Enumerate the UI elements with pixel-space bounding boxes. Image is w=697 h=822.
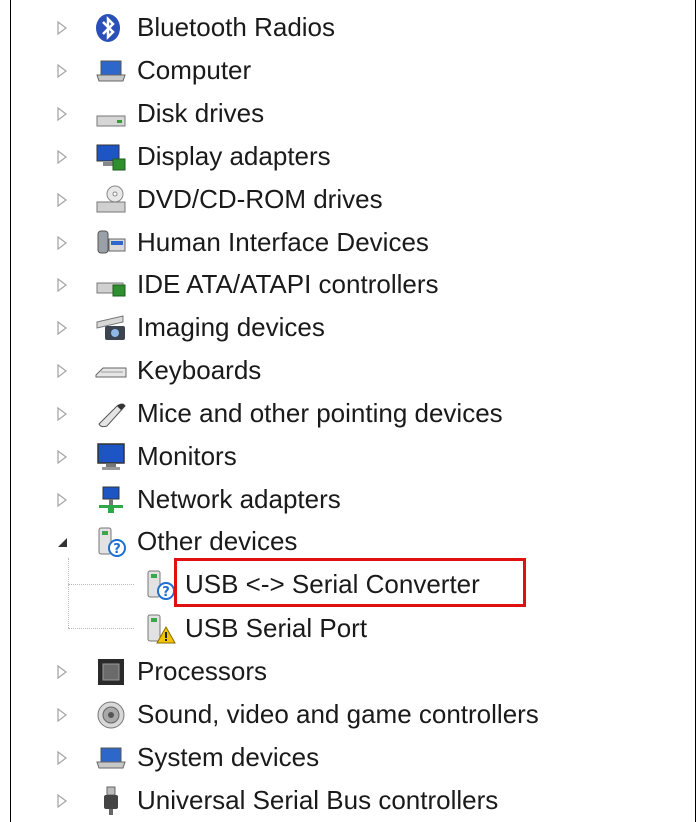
expand-arrow-icon[interactable]	[54, 664, 70, 680]
expand-arrow-icon[interactable]	[54, 106, 70, 122]
tree-item-bluetooth-radios[interactable]: Bluetooth Radios	[11, 7, 695, 47]
expand-arrow-icon[interactable]	[54, 363, 70, 379]
tree-item-dvd-cd-rom-drives[interactable]: DVD/CD-ROM drives	[11, 179, 695, 219]
expand-arrow-icon[interactable]	[54, 406, 70, 422]
tree-item-label: Bluetooth Radios	[137, 12, 336, 42]
tree-item-usb-serial-port[interactable]: USB Serial Port	[11, 608, 695, 648]
hid-icon	[95, 227, 127, 259]
highlight-box	[174, 558, 526, 607]
bluetooth-icon	[92, 12, 124, 44]
monitor-icon	[95, 441, 127, 473]
disk-drive-icon	[95, 98, 127, 130]
tree-item-network-adapters[interactable]: Network adapters	[11, 479, 695, 519]
tree-item-label: Disk drives	[137, 98, 265, 128]
dvd-drive-icon	[95, 184, 127, 216]
tree-item-label: Human Interface Devices	[137, 227, 429, 257]
tree-item-label: IDE ATA/ATAPI controllers	[137, 269, 439, 299]
tree-item-ide-ata-atapi-controllers[interactable]: IDE ATA/ATAPI controllers	[11, 264, 695, 304]
expand-arrow-icon[interactable]	[54, 20, 70, 36]
tree-item-usb-controllers[interactable]: Universal Serial Bus controllers	[11, 780, 695, 820]
expand-arrow-icon[interactable]	[54, 492, 70, 508]
expand-arrow-icon[interactable]	[54, 320, 70, 336]
warning-device-icon	[144, 613, 176, 645]
usb-plug-icon	[95, 785, 127, 817]
mouse-icon	[95, 398, 127, 430]
unknown-device-icon: ?	[144, 569, 176, 601]
tree-item-label: Processors	[137, 656, 268, 686]
speaker-icon	[95, 699, 127, 731]
collapse-arrow-icon[interactable]	[54, 534, 70, 550]
unknown-device-icon: ?	[95, 526, 127, 558]
expand-arrow-icon[interactable]	[54, 793, 70, 809]
tree-item-label: Monitors	[137, 441, 237, 471]
tree-item-label: Other devices	[137, 526, 298, 556]
ide-controller-icon	[95, 269, 127, 301]
svg-text:?: ?	[162, 585, 170, 600]
tree-item-label: Keyboards	[137, 355, 262, 385]
network-adapter-icon	[95, 484, 127, 516]
svg-text:?: ?	[113, 542, 121, 557]
expand-arrow-icon[interactable]	[54, 63, 70, 79]
expand-arrow-icon[interactable]	[54, 235, 70, 251]
tree-item-label: Mice and other pointing devices	[137, 398, 503, 428]
system-device-icon	[95, 742, 127, 774]
tree-item-label: Imaging devices	[137, 312, 325, 342]
device-tree: Bluetooth Radios Computer Disk drives Di…	[11, 0, 695, 822]
keyboard-icon	[95, 355, 127, 387]
expand-arrow-icon[interactable]	[54, 149, 70, 165]
tree-item-sound-video-game-controllers[interactable]: Sound, video and game controllers	[11, 694, 695, 734]
tree-item-disk-drives[interactable]: Disk drives	[11, 93, 695, 133]
computer-icon	[95, 55, 127, 87]
tree-item-label: Display adapters	[137, 141, 331, 171]
display-adapter-icon	[95, 141, 127, 173]
tree-item-keyboards[interactable]: Keyboards	[11, 350, 695, 390]
tree-item-label: System devices	[137, 742, 320, 772]
tree-item-label: USB Serial Port	[185, 613, 368, 643]
expand-arrow-icon[interactable]	[54, 449, 70, 465]
tree-item-label: Sound, video and game controllers	[137, 699, 539, 729]
expand-arrow-icon[interactable]	[54, 750, 70, 766]
tree-item-label: Network adapters	[137, 484, 341, 514]
tree-item-other-devices[interactable]: ? Other devices	[11, 521, 695, 561]
tree-item-mice[interactable]: Mice and other pointing devices	[11, 393, 695, 433]
camera-icon	[95, 312, 127, 344]
processor-icon	[95, 656, 127, 688]
tree-item-label: DVD/CD-ROM drives	[137, 184, 383, 214]
tree-item-computer[interactable]: Computer	[11, 50, 695, 90]
tree-item-imaging-devices[interactable]: Imaging devices	[11, 307, 695, 347]
device-manager-tree-panel: Bluetooth Radios Computer Disk drives Di…	[10, 0, 696, 822]
tree-item-human-interface-devices[interactable]: Human Interface Devices	[11, 222, 695, 262]
expand-arrow-icon[interactable]	[54, 707, 70, 723]
tree-item-label: Computer	[137, 55, 252, 85]
tree-item-processors[interactable]: Processors	[11, 651, 695, 691]
tree-item-label: Universal Serial Bus controllers	[137, 785, 499, 815]
expand-arrow-icon[interactable]	[54, 277, 70, 293]
tree-item-monitors[interactable]: Monitors	[11, 436, 695, 476]
tree-item-system-devices[interactable]: System devices	[11, 737, 695, 777]
expand-arrow-icon[interactable]	[54, 192, 70, 208]
tree-item-display-adapters[interactable]: Display adapters	[11, 136, 695, 176]
